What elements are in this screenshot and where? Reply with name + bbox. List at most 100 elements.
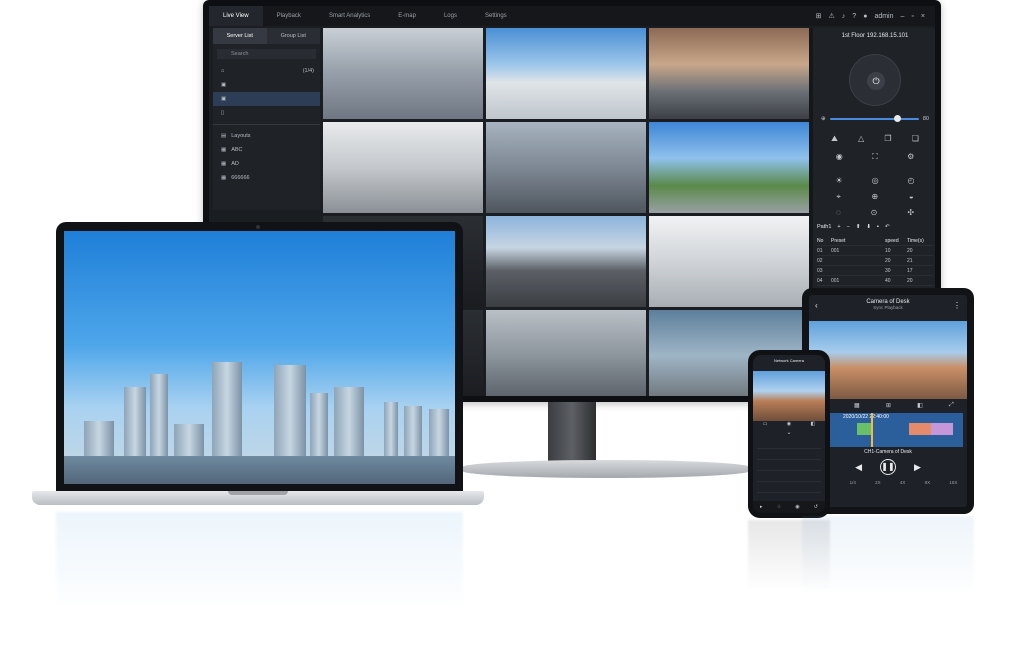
camera-icon[interactable]: ◉: [795, 504, 799, 510]
light-icon[interactable]: ☀: [835, 176, 842, 188]
rewind-icon[interactable]: ◀: [855, 462, 862, 473]
record-icon[interactable]: ◉: [836, 152, 843, 164]
pause-icon[interactable]: ❚❚: [880, 459, 896, 475]
alarm-icon[interactable]: ♢: [777, 504, 781, 510]
snapshot-icon[interactable]: ▭: [763, 421, 768, 429]
table-row[interactable]: 02 20 21: [817, 256, 933, 266]
focus-icon[interactable]: ⛰: [831, 134, 838, 146]
playback-video[interactable]: [809, 321, 967, 399]
table-row[interactable]: 03 30 17: [817, 266, 933, 276]
preset-speed[interactable]: 10: [885, 246, 907, 256]
record-icon[interactable]: ◉: [787, 421, 791, 429]
path-select[interactable]: Path1: [817, 224, 831, 234]
save-icon[interactable]: ▪: [877, 224, 879, 234]
layout-item[interactable]: ▦ 666666: [213, 171, 320, 185]
tab-playback[interactable]: Playback: [263, 6, 315, 26]
speed-option[interactable]: 16X: [949, 480, 957, 485]
camera-tile[interactable]: [486, 216, 646, 307]
tab-live-view[interactable]: Live View: [209, 6, 263, 26]
speed-option[interactable]: 8X: [925, 480, 931, 485]
target-icon[interactable]: ⊕: [871, 192, 878, 204]
bell-icon[interactable]: ♪: [842, 13, 846, 20]
move-up-icon[interactable]: ⬆: [856, 224, 861, 234]
device-node[interactable]: ▣: [213, 78, 320, 92]
phone-video[interactable]: [753, 371, 825, 421]
layouts-header[interactable]: ▤ Layouts: [213, 129, 320, 143]
tab-smart-analytics[interactable]: Smart Analytics: [315, 6, 384, 26]
tab-group-list[interactable]: Group List: [266, 28, 320, 44]
wiper-icon[interactable]: ◎: [872, 176, 879, 188]
chevron-left-icon[interactable]: ‹: [815, 301, 818, 310]
iris-icon[interactable]: △: [858, 134, 864, 146]
list-item[interactable]: [757, 460, 821, 471]
preset-speed[interactable]: 30: [885, 266, 907, 276]
preset-select[interactable]: 001: [831, 276, 861, 286]
preset-speed[interactable]: 40: [885, 276, 907, 286]
alert-icon[interactable]: ⚠: [829, 12, 835, 20]
gear-icon[interactable]: ⚙: [907, 152, 914, 164]
location-icon[interactable]: ⌖: [836, 192, 841, 204]
preset-select[interactable]: [831, 266, 861, 276]
speed-option[interactable]: 2X: [875, 480, 881, 485]
list-item[interactable]: [757, 482, 821, 493]
tab-e-map[interactable]: E-map: [384, 6, 430, 26]
camera-tile[interactable]: [486, 122, 646, 213]
remove-icon[interactable]: −: [847, 224, 850, 234]
layout-item[interactable]: ▦ ABC: [213, 143, 320, 157]
ptz-direction-pad[interactable]: ⏻: [849, 54, 901, 106]
tab-logs[interactable]: Logs: [430, 6, 471, 26]
ptz-camera-name[interactable]: 1st Floor 192.168.15.101: [813, 28, 935, 44]
pattern-icon[interactable]: ✣: [907, 208, 914, 220]
more-icon[interactable]: ⋮: [953, 301, 961, 310]
undo-icon[interactable]: ↶: [885, 224, 890, 234]
expand-icon[interactable]: ⤢: [949, 402, 954, 409]
zoom-slider[interactable]: [829, 115, 919, 122]
layout-item[interactable]: ▦ AD: [213, 157, 320, 171]
table-row[interactable]: 04 001 40 20: [817, 276, 933, 286]
device-node[interactable]: ▯: [213, 106, 320, 120]
fullscreen-icon[interactable]: ⛶: [872, 152, 878, 164]
camera-tile[interactable]: [649, 28, 809, 119]
clip-icon[interactable]: ▦: [854, 402, 860, 409]
list-item[interactable]: [757, 471, 821, 482]
copy-icon[interactable]: ❐: [884, 134, 891, 146]
paste-icon[interactable]: ❏: [912, 134, 919, 146]
list-item[interactable]: [757, 438, 821, 449]
speaker-icon[interactable]: ◧: [811, 421, 816, 429]
preset-select[interactable]: [831, 256, 861, 266]
live-icon[interactable]: ▸: [760, 504, 763, 510]
preset-time[interactable]: 17: [907, 266, 929, 276]
minimize-icon[interactable]: –: [901, 13, 905, 20]
close-icon[interactable]: ×: [921, 13, 925, 20]
tab-server-list[interactable]: Server List: [213, 28, 267, 44]
zoom-slider-knob[interactable]: [893, 115, 901, 122]
camera-tile[interactable]: [649, 216, 809, 307]
preset-icon[interactable]: ◌: [836, 208, 841, 220]
help-icon[interactable]: ?: [852, 13, 856, 20]
list-item[interactable]: [757, 449, 821, 460]
add-icon[interactable]: ⊞: [816, 12, 822, 20]
preset-time[interactable]: 20: [907, 246, 929, 256]
timer-icon[interactable]: ◴: [908, 176, 915, 188]
camera-tile[interactable]: [323, 28, 483, 119]
camera-tile[interactable]: [649, 122, 809, 213]
preset-speed[interactable]: 20: [885, 256, 907, 266]
restore-icon[interactable]: ▫: [911, 13, 913, 20]
camera-tile[interactable]: [486, 310, 646, 396]
preset-time[interactable]: 21: [907, 256, 929, 266]
camera-tile[interactable]: [486, 28, 646, 119]
forward-icon[interactable]: ▶: [914, 462, 921, 473]
speed-option[interactable]: 1/4: [850, 480, 856, 485]
playback-timeline[interactable]: 2020/10/22 22:40:00: [813, 413, 963, 447]
preset-select[interactable]: 001: [831, 246, 861, 256]
move-down-icon[interactable]: ⬇: [866, 224, 871, 234]
power-icon[interactable]: ⏻: [867, 72, 885, 90]
dome-icon[interactable]: ◒: [909, 192, 914, 204]
playback-icon[interactable]: ↺: [814, 504, 818, 510]
server-node[interactable]: ⌂ (1/4): [213, 64, 320, 78]
preset-time[interactable]: 20: [907, 276, 929, 286]
user-name[interactable]: admin: [874, 13, 893, 20]
search-input[interactable]: Search: [217, 49, 316, 59]
sync-icon[interactable]: ⊞: [886, 402, 891, 409]
patrol-icon[interactable]: ⊙: [871, 208, 878, 220]
